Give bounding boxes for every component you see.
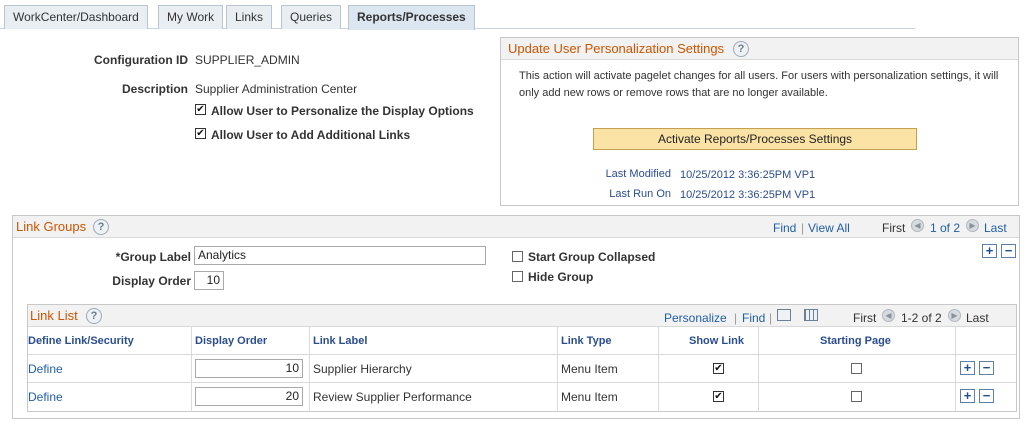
col-divider: [191, 327, 192, 412]
col-divider: [309, 327, 310, 412]
link-groups-header: [13, 216, 1019, 238]
last-modified-value: 10/25/2012 3:36:25PM VP1: [680, 169, 816, 181]
col-divider: [557, 327, 558, 412]
start-collapsed-checkbox[interactable]: [512, 251, 523, 262]
group-label-input[interactable]: Analytics: [194, 246, 486, 265]
prev-arrow-icon[interactable]: ◀: [882, 309, 895, 322]
row-divider: [28, 382, 1016, 383]
separator: |: [734, 311, 738, 325]
link-list-last-label: Last: [966, 311, 989, 325]
add-group-button[interactable]: +: [982, 244, 997, 258]
help-icon[interactable]: ?: [733, 41, 749, 57]
link-groups-first-label: First: [882, 221, 906, 235]
update-settings-panel: Update User Personalization Settings ? T…: [500, 37, 1019, 206]
link-groups-range: 1 of 2: [930, 221, 961, 235]
last-run-value: 10/25/2012 3:36:25PM VP1: [680, 189, 816, 201]
col-header-display-order: Display Order: [195, 335, 268, 347]
update-note-line1: This action will activate pagelet change…: [519, 70, 999, 82]
tab-queries[interactable]: Queries: [281, 5, 342, 29]
row-starting-page-checkbox[interactable]: [851, 363, 862, 374]
row-show-link-checkbox[interactable]: [713, 391, 724, 402]
update-note-line2: only add new rows or remove rows that ar…: [519, 87, 828, 99]
tab-links[interactable]: Links: [226, 5, 273, 29]
row-link-label: Supplier Hierarchy: [313, 362, 412, 376]
row-divider: [28, 354, 1016, 355]
update-settings-title: Update User Personalization Settings: [508, 41, 725, 56]
col-divider: [658, 327, 659, 412]
remove-group-button[interactable]: −: [1001, 244, 1016, 258]
hide-group-label: Hide Group: [528, 270, 594, 284]
col-header-link-type: Link Type: [561, 335, 612, 347]
row-show-link-checkbox[interactable]: [713, 363, 724, 374]
remove-row-button[interactable]: −: [979, 361, 994, 375]
link-list-title: Link List: [30, 308, 78, 323]
last-modified-label: Last Modified: [605, 168, 671, 180]
add-row-button[interactable]: +: [960, 361, 975, 375]
last-run-label: Last Run On: [609, 188, 671, 200]
description-value: Supplier Administration Center: [195, 82, 358, 96]
separator: |: [801, 221, 805, 235]
col-header-define: Define Link/Security: [28, 335, 134, 347]
group-label-label: *Group Label: [115, 250, 191, 264]
remove-row-button[interactable]: −: [979, 389, 994, 403]
row-display-order-input[interactable]: 20: [195, 387, 303, 406]
config-id-label: Configuration ID: [94, 53, 188, 67]
start-collapsed-label: Start Group Collapsed: [528, 250, 656, 264]
row-starting-page-checkbox[interactable]: [851, 391, 862, 402]
link-groups-panel: Link Groups ? Find | View All First ◀ 1 …: [12, 215, 1020, 419]
next-arrow-icon[interactable]: ▶: [966, 219, 979, 232]
personalize-link[interactable]: Personalize: [664, 311, 727, 325]
allow-links-checkbox[interactable]: [195, 128, 206, 139]
row-display-order-input[interactable]: 10: [195, 359, 303, 378]
define-link[interactable]: Define: [28, 390, 63, 404]
col-header-starting-page: Starting Page: [820, 335, 891, 347]
separator: |: [769, 311, 773, 325]
col-header-link-label: Link Label: [313, 335, 368, 347]
link-list-range: 1-2 of 2: [901, 311, 942, 325]
col-divider: [955, 327, 956, 412]
display-order-label: Display Order: [112, 274, 191, 288]
config-id-value: SUPPLIER_ADMIN: [195, 53, 300, 67]
description-label: Description: [121, 82, 188, 96]
prev-arrow-icon[interactable]: ◀: [911, 219, 924, 232]
link-groups-view-all-link[interactable]: View All: [808, 221, 850, 235]
link-list-grid: Link List ? Personalize | Find | First ◀…: [27, 304, 1017, 412]
row-link-label: Review Supplier Performance: [313, 390, 472, 404]
tab-workcenter-dashboard[interactable]: WorkCenter/Dashboard: [4, 5, 148, 29]
link-groups-last-link[interactable]: Last: [984, 221, 1007, 235]
display-order-input[interactable]: 10: [194, 271, 224, 290]
link-groups-find-link[interactable]: Find: [773, 221, 796, 235]
link-list-find-link[interactable]: Find: [742, 311, 765, 325]
link-groups-title: Link Groups: [16, 219, 87, 234]
download-grid-icon[interactable]: [804, 309, 818, 321]
row-link-type: Menu Item: [561, 390, 618, 404]
allow-personalize-checkbox[interactable]: [195, 104, 206, 115]
link-list-first-label: First: [853, 311, 877, 325]
col-header-show-link: Show Link: [689, 335, 744, 347]
help-icon[interactable]: ?: [93, 219, 109, 235]
tab-my-work[interactable]: My Work: [158, 5, 224, 29]
col-divider: [758, 327, 759, 412]
allow-personalize-label: Allow User to Personalize the Display Op…: [211, 104, 474, 118]
activate-settings-button[interactable]: Activate Reports/Processes Settings: [593, 128, 917, 150]
tab-reports-processes[interactable]: Reports/Processes: [348, 5, 475, 30]
view-in-new-window-icon[interactable]: [777, 309, 791, 321]
allow-links-label: Allow User to Add Additional Links: [211, 128, 411, 142]
define-link[interactable]: Define: [28, 362, 63, 376]
hide-group-checkbox[interactable]: [512, 271, 523, 282]
add-row-button[interactable]: +: [960, 389, 975, 403]
row-link-type: Menu Item: [561, 362, 618, 376]
help-icon[interactable]: ?: [86, 308, 102, 324]
next-arrow-icon[interactable]: ▶: [948, 309, 961, 322]
